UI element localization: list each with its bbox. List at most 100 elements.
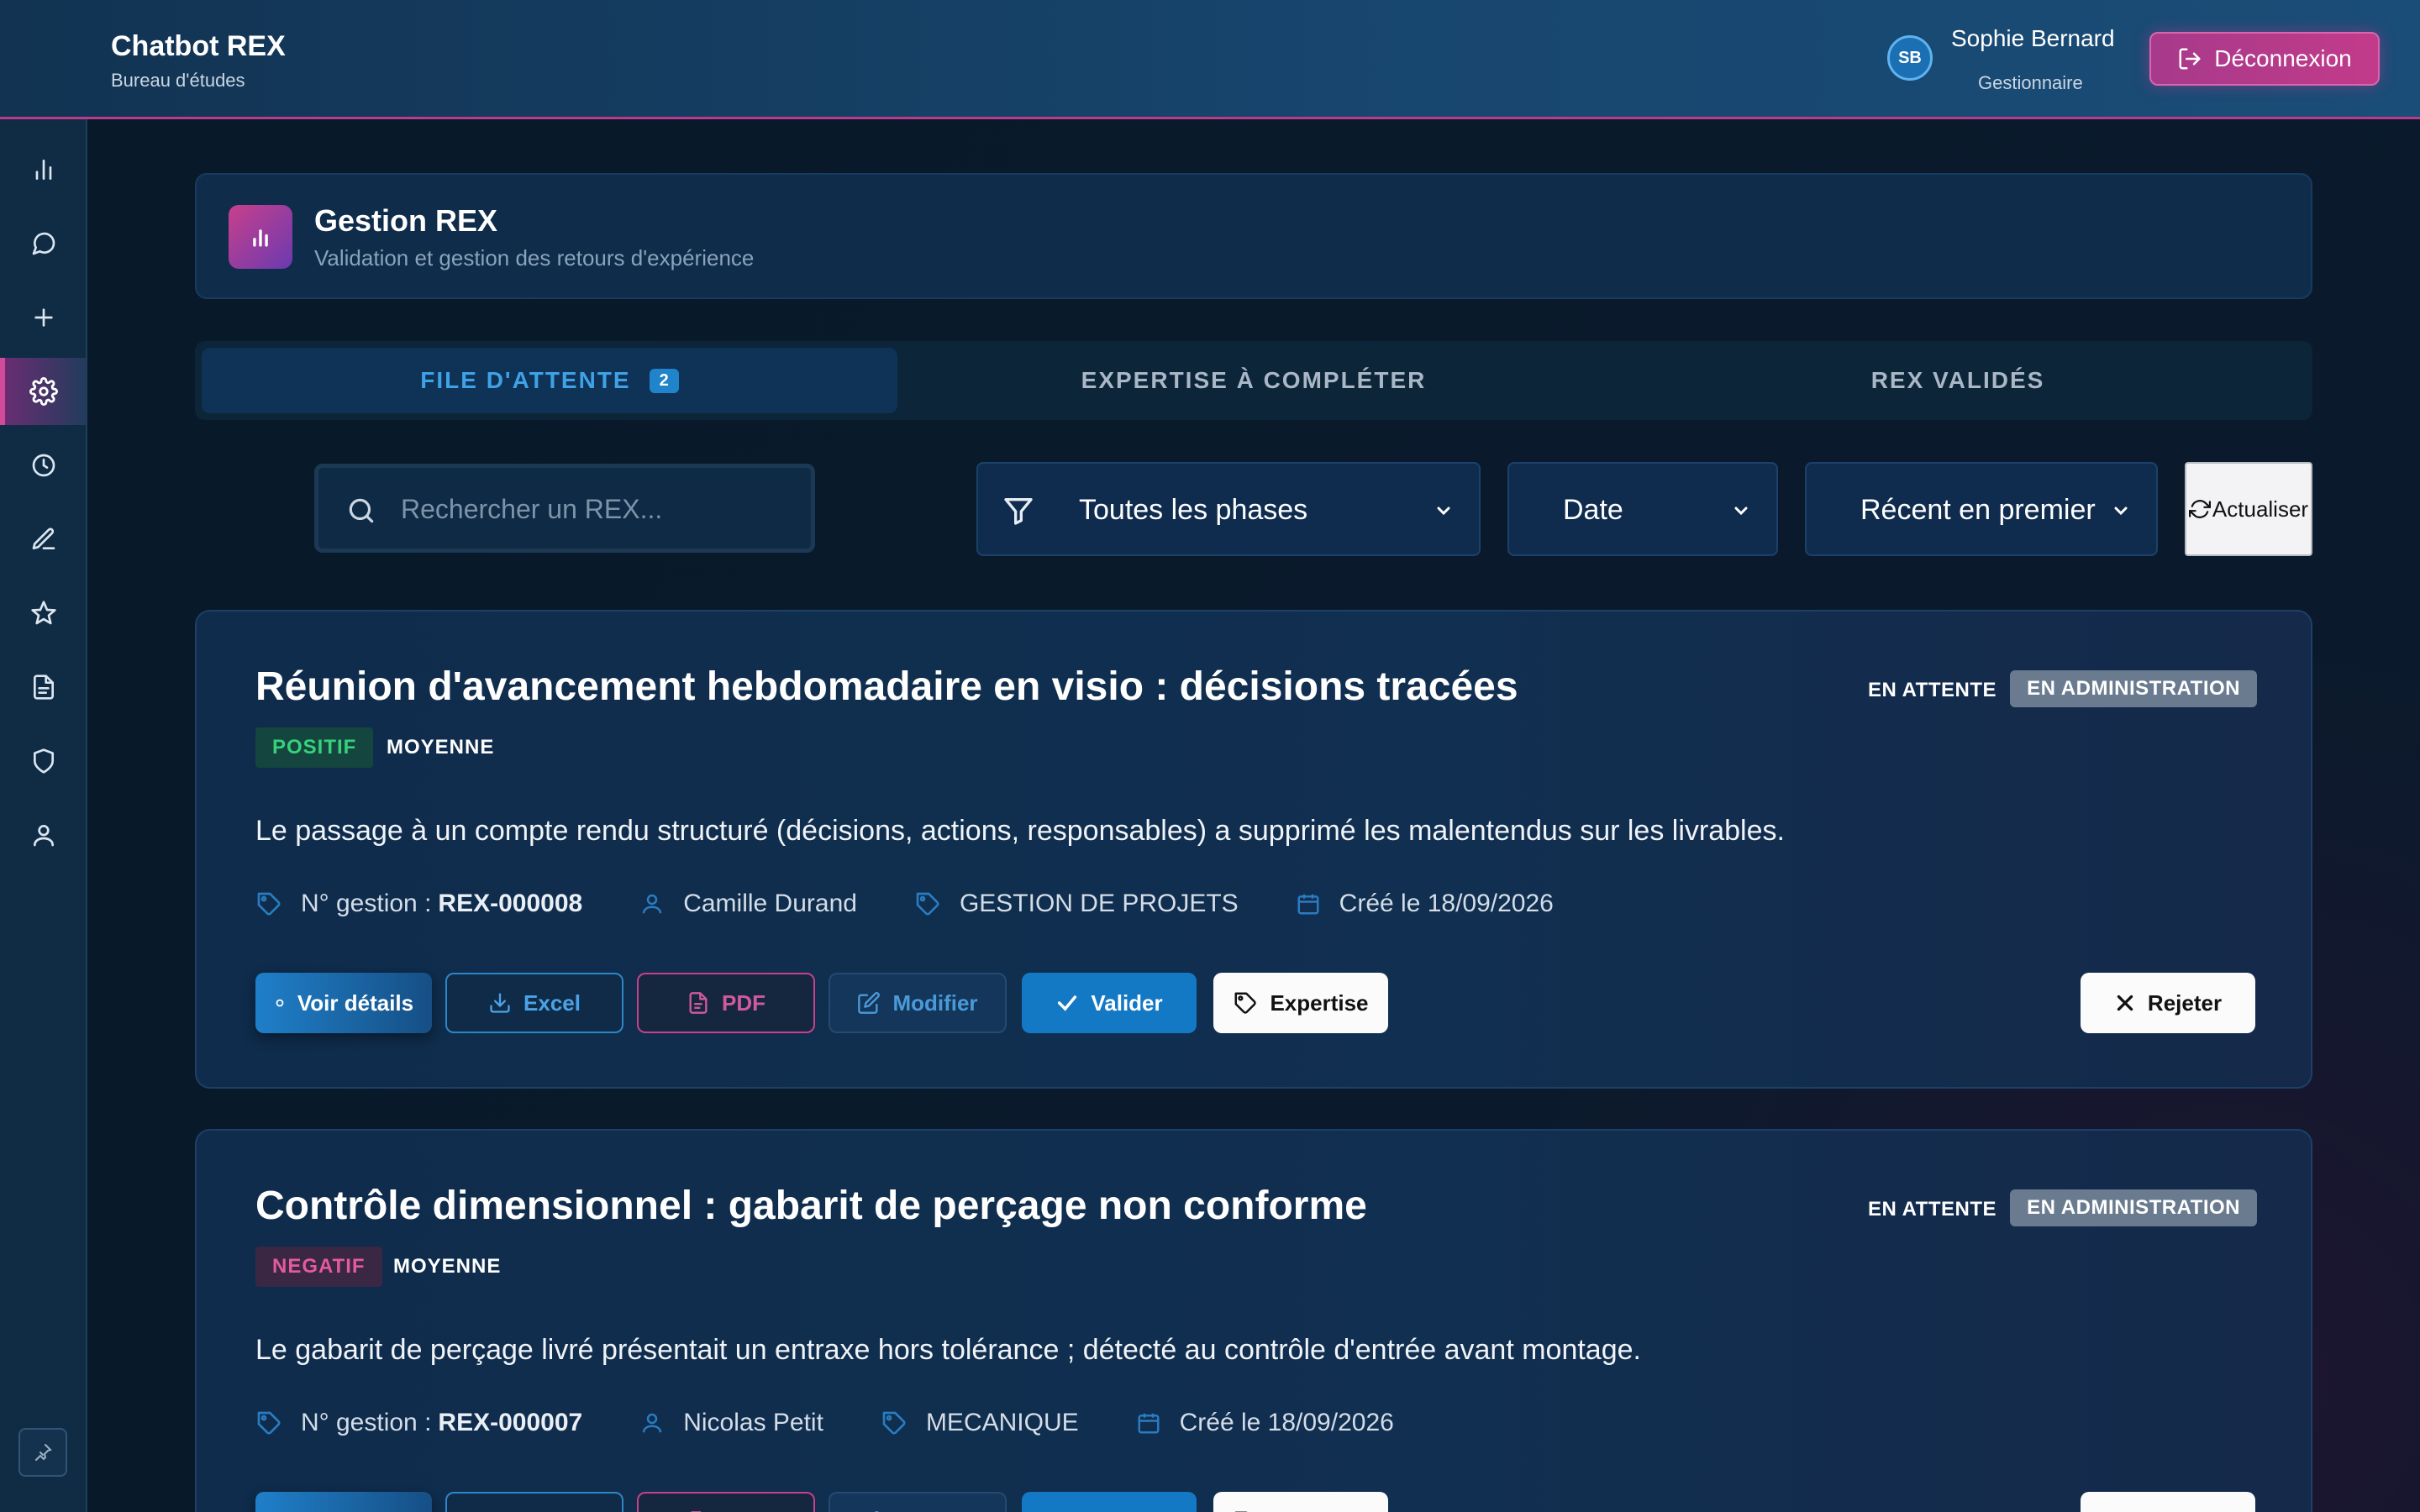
author: Camille Durand xyxy=(683,890,857,917)
edit-button[interactable]: Modifier xyxy=(829,973,1007,1033)
chevron-down-icon xyxy=(2111,501,2131,521)
search-icon xyxy=(345,495,377,527)
status-text: EN ATTENTE xyxy=(1868,679,1996,701)
page-title: Gestion REX xyxy=(314,203,498,238)
ref-value: REX-000008 xyxy=(438,890,583,917)
expertise-label: Expertise xyxy=(1270,990,1369,1016)
view-details-label: Voir détails xyxy=(297,1509,413,1512)
pen-icon xyxy=(30,526,57,553)
bar-chart-icon xyxy=(229,205,292,269)
chevron-down-icon xyxy=(1434,501,1454,521)
sidebar-item-edit[interactable] xyxy=(0,506,87,573)
meta-row: N° gestion : REX-000008 Camille Durand G… xyxy=(255,885,1554,922)
tab-label: REX VALIDÉS xyxy=(1870,367,2045,393)
excel-label: Excel xyxy=(523,990,581,1016)
app-subtitle: Bureau d'études xyxy=(111,70,245,91)
search-box xyxy=(314,464,815,553)
expertise-button[interactable]: Expertise xyxy=(1213,1492,1388,1512)
validate-button[interactable]: Valider xyxy=(1022,1492,1197,1512)
sidebar xyxy=(0,119,87,1512)
reject-label: Rejeter xyxy=(2148,1509,2222,1512)
rex-card: Réunion d'avancement hebdomadaire en vis… xyxy=(195,610,2312,1089)
sort-order-value: Récent en premier xyxy=(1860,494,2096,526)
user-name: Sophie Bernard xyxy=(1951,25,2115,51)
author: Nicolas Petit xyxy=(683,1409,823,1436)
rex-description: Le passage à un compte rendu structuré (… xyxy=(255,815,1785,847)
phase-filter-value: Toutes les phases xyxy=(1079,494,1308,526)
sidebar-item-documents[interactable] xyxy=(0,654,87,721)
card-actions: Voir détails Excel PDF Modifier Valider … xyxy=(255,973,2255,1033)
domain: MECANIQUE xyxy=(925,1409,1079,1436)
reject-button[interactable]: Rejeter xyxy=(2081,973,2255,1033)
page-subtitle: Validation et gestion des retours d'expé… xyxy=(314,245,755,270)
validate-button[interactable]: Valider xyxy=(1022,973,1197,1033)
edit-icon xyxy=(857,991,881,1015)
user-icon xyxy=(639,891,665,916)
edit-label: Modifier xyxy=(892,1509,977,1512)
rex-description: Le gabarit de perçage livré présentait u… xyxy=(255,1334,1641,1366)
meta-row: N° gestion : REX-000007 Nicolas Petit ME… xyxy=(255,1404,1394,1441)
tag-icon xyxy=(255,890,282,917)
sidebar-item-dashboard[interactable] xyxy=(0,136,87,203)
pdf-button[interactable]: PDF xyxy=(637,1492,815,1512)
sidebar-item-profile[interactable] xyxy=(0,801,87,869)
view-details-button[interactable]: Voir détails xyxy=(255,1492,432,1512)
tab-expertise[interactable]: EXPERTISE À COMPLÉTER xyxy=(906,348,1602,413)
calendar-icon xyxy=(1296,891,1321,916)
sort-order-select[interactable]: Récent en premier xyxy=(1805,462,2158,556)
search-input[interactable] xyxy=(401,490,796,528)
phase-filter-select[interactable]: Toutes les phases xyxy=(976,462,1481,556)
sidebar-item-chat[interactable] xyxy=(0,210,87,277)
validate-label: Valider xyxy=(1091,1509,1162,1512)
close-icon xyxy=(2114,992,2136,1014)
check-icon xyxy=(1055,991,1079,1015)
tab-validated[interactable]: REX VALIDÉS xyxy=(1610,348,2306,413)
level-tag: MOYENNE xyxy=(387,736,495,759)
rex-title: Réunion d'avancement hebdomadaire en vis… xyxy=(255,664,1518,709)
excel-button[interactable]: Excel xyxy=(445,973,623,1033)
document-icon xyxy=(30,674,57,701)
sort-field-select[interactable]: Date xyxy=(1507,462,1778,556)
gear-icon xyxy=(29,377,58,406)
tab-queue[interactable]: FILE D'ATTENTE 2 xyxy=(202,348,897,413)
refresh-icon xyxy=(2188,498,2211,520)
card-actions: Voir détails Excel PDF Modifier Valider … xyxy=(255,1492,2255,1512)
expertise-label: Expertise xyxy=(1270,1509,1368,1512)
edit-button[interactable]: Modifier xyxy=(829,1492,1007,1512)
avatar[interactable]: SB xyxy=(1887,35,1933,81)
refresh-button[interactable]: Actualiser xyxy=(2185,462,2312,556)
ref-label: N° gestion : xyxy=(301,890,432,917)
status-badge: EN ADMINISTRATION xyxy=(2010,1189,2257,1226)
tag-icon xyxy=(914,890,941,917)
excel-button[interactable]: Excel xyxy=(445,1492,623,1512)
eye-icon xyxy=(274,997,286,1009)
created-date: Créé le 18/09/2026 xyxy=(1339,890,1554,917)
tag-icon xyxy=(255,1410,282,1436)
document-icon xyxy=(687,991,710,1015)
expertise-button[interactable]: Expertise xyxy=(1213,973,1388,1033)
view-details-button[interactable]: Voir détails xyxy=(255,973,432,1033)
logout-button[interactable]: Déconnexion xyxy=(2149,32,2380,86)
rex-title: Contrôle dimensionnel : gabarit de perça… xyxy=(255,1184,1367,1228)
reject-button[interactable]: Rejeter xyxy=(2081,1492,2255,1512)
tag-icon xyxy=(881,1410,908,1436)
type-tag: POSITIF xyxy=(255,727,374,768)
sidebar-item-history[interactable] xyxy=(0,432,87,499)
sidebar-item-favorites[interactable] xyxy=(0,580,87,647)
view-details-label: Voir détails xyxy=(297,990,414,1016)
sidebar-item-security[interactable] xyxy=(0,727,87,795)
validate-label: Valider xyxy=(1091,990,1163,1016)
tab-label: EXPERTISE À COMPLÉTER xyxy=(1081,367,1427,393)
sidebar-item-settings[interactable] xyxy=(0,358,87,425)
excel-label: Excel xyxy=(523,1509,581,1512)
sidebar-item-new[interactable] xyxy=(0,284,87,351)
pin-icon xyxy=(33,1442,53,1462)
user-icon xyxy=(639,1410,665,1436)
status-text: EN ATTENTE xyxy=(1868,1198,1996,1221)
sidebar-pin-button[interactable] xyxy=(18,1428,67,1477)
pdf-button[interactable]: PDF xyxy=(637,973,815,1033)
rex-card: Contrôle dimensionnel : gabarit de perça… xyxy=(195,1129,2312,1512)
tag-icon xyxy=(1233,990,1258,1016)
created-date: Créé le 18/09/2026 xyxy=(1179,1409,1394,1436)
page-header-panel: Gestion REX Validation et gestion des re… xyxy=(195,173,2312,299)
